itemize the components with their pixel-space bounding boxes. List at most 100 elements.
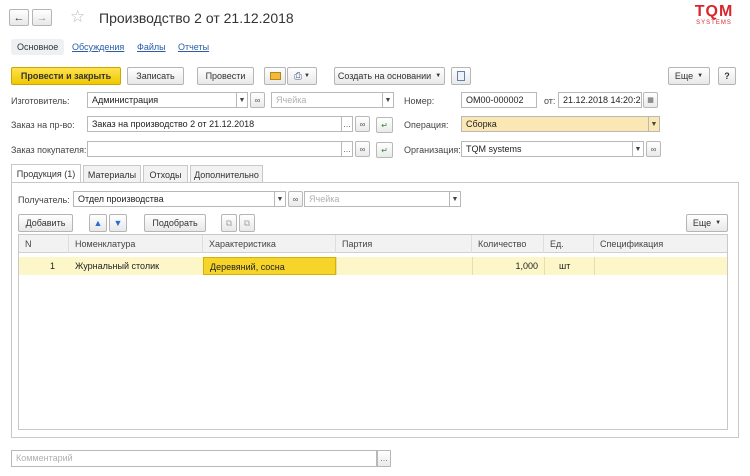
customer-order-fill-button[interactable]: ↵ bbox=[376, 142, 393, 158]
fill-arrow-icon: ↵ bbox=[381, 145, 388, 155]
tab-discussions[interactable]: Обсуждения bbox=[72, 42, 124, 52]
title-bar: ← → ☆ Производство 2 от 21.12.2018 TQM S… bbox=[0, 0, 750, 34]
customer-order-open-button[interactable]: ∞ bbox=[355, 141, 370, 157]
tab-products[interactable]: Продукция (1) bbox=[11, 164, 81, 183]
production-order-label: Заказ на пр-во: bbox=[11, 120, 75, 130]
link-icon: ∞ bbox=[254, 95, 261, 105]
chevron-down-icon: ▼ bbox=[650, 120, 658, 128]
column-header-characteristic[interactable]: Характеристика bbox=[203, 235, 336, 253]
link-icon: ∞ bbox=[292, 194, 299, 204]
column-header-item[interactable]: Номенклатура bbox=[69, 235, 203, 253]
column-header-qty[interactable]: Количество bbox=[472, 235, 544, 253]
cell-spec bbox=[594, 257, 727, 275]
move-down-button[interactable]: ▼ bbox=[109, 214, 127, 232]
organization-open-button[interactable]: ∞ bbox=[646, 141, 661, 157]
paste-button[interactable]: ⧉ bbox=[239, 214, 255, 232]
forward-button[interactable]: → bbox=[32, 9, 52, 26]
chevron-down-icon: ▼ bbox=[384, 96, 392, 104]
operation-field[interactable]: Сборка bbox=[461, 116, 649, 132]
cell-dropdown-1[interactable]: ▼ bbox=[383, 92, 394, 108]
recipient-dropdown[interactable]: ▼ bbox=[275, 191, 286, 207]
column-header-unit[interactable]: Ед. bbox=[544, 235, 594, 253]
manufacturer-open-button[interactable]: ∞ bbox=[250, 92, 265, 108]
pick-button[interactable]: Подобрать bbox=[144, 214, 206, 232]
cell-n: 1 bbox=[49, 261, 55, 271]
number-field[interactable]: ОМ00-000002 bbox=[461, 92, 537, 108]
calendar-button[interactable]: ▦ bbox=[643, 92, 658, 108]
organization-field[interactable]: TQM systems bbox=[461, 141, 633, 157]
table-header: N Номенклатура Характеристика Партия Кол… bbox=[19, 235, 727, 253]
help-button[interactable]: ? bbox=[718, 67, 736, 85]
recipient-open-button[interactable]: ∞ bbox=[288, 191, 303, 207]
paste-icon: ⧉ bbox=[243, 217, 251, 228]
production-order-more[interactable]: … bbox=[342, 116, 353, 132]
manufacturer-field[interactable]: Администрация bbox=[87, 92, 237, 108]
ellipsis-icon: … bbox=[343, 144, 351, 154]
post-button[interactable]: Провести bbox=[197, 67, 254, 85]
organization-dropdown[interactable]: ▼ bbox=[633, 141, 644, 157]
products-panel: Получатель: Отдел производства ▼ ∞ Ячейк… bbox=[11, 182, 739, 438]
products-table: N Номенклатура Характеристика Партия Кол… bbox=[18, 234, 728, 430]
more-label: Еще bbox=[674, 71, 694, 81]
chevron-down-icon: ▼ bbox=[238, 96, 246, 104]
table-row[interactable]: 1 Журнальный столик Деревяний, сосна 1,0… bbox=[19, 257, 727, 275]
report-button[interactable] bbox=[451, 67, 471, 85]
column-header-batch[interactable]: Партия bbox=[336, 235, 472, 253]
email-button[interactable] bbox=[264, 67, 286, 85]
print-button[interactable]: ⎙ ▼ bbox=[287, 67, 317, 85]
organization-label: Организация: bbox=[404, 145, 461, 155]
tab-additional[interactable]: Дополнительно bbox=[190, 165, 263, 183]
link-icon: ∞ bbox=[359, 119, 366, 129]
fill-arrow-icon: ↵ bbox=[381, 120, 388, 130]
create-based-on-button[interactable]: Создать на основании ▼ bbox=[334, 67, 445, 85]
copy-button[interactable]: ⧉ bbox=[221, 214, 237, 232]
cell-characteristic[interactable]: Деревяний, сосна bbox=[203, 257, 336, 275]
date-label: от: bbox=[544, 96, 556, 106]
cell-field-2[interactable]: Ячейка bbox=[304, 191, 450, 207]
tab-materials[interactable]: Материалы bbox=[83, 165, 141, 183]
cell-item: Журнальный столик bbox=[75, 261, 160, 271]
move-up-button[interactable]: ▲ bbox=[89, 214, 107, 232]
write-button[interactable]: Записать bbox=[127, 67, 184, 85]
manufacturer-label: Изготовитель: bbox=[11, 96, 70, 106]
column-header-spec[interactable]: Спецификация bbox=[594, 235, 727, 253]
add-button[interactable]: Добавить bbox=[18, 214, 73, 232]
chevron-down-icon: ▼ bbox=[276, 195, 284, 203]
arrow-down-icon: ▼ bbox=[113, 218, 123, 228]
customer-order-more[interactable]: … bbox=[342, 141, 353, 157]
tab-main[interactable]: Основное bbox=[11, 39, 65, 55]
link-icon: ∞ bbox=[359, 144, 366, 154]
table-more-label: Еще bbox=[692, 218, 712, 228]
cell-dropdown-2[interactable]: ▼ bbox=[450, 191, 461, 207]
ellipsis-icon: … bbox=[380, 454, 388, 463]
logo-subtext: SYSTEMS bbox=[696, 20, 732, 26]
table-more-button[interactable]: Еще ▼ bbox=[686, 214, 728, 232]
production-order-field[interactable]: Заказ на производство 2 от 21.12.2018 bbox=[87, 116, 342, 132]
customer-order-label: Заказ покупателя: bbox=[11, 145, 87, 155]
tab-files[interactable]: Файлы bbox=[137, 42, 166, 52]
tab-reports[interactable]: Отчеты bbox=[178, 42, 209, 52]
production-order-fill-button[interactable]: ↵ bbox=[376, 117, 393, 133]
calendar-icon: ▦ bbox=[647, 97, 654, 104]
tab-waste[interactable]: Отходы bbox=[143, 165, 188, 183]
envelope-icon bbox=[269, 72, 281, 80]
post-and-close-button[interactable]: Провести и закрыть bbox=[11, 67, 121, 85]
customer-order-field[interactable] bbox=[87, 141, 342, 157]
column-header-n[interactable]: N bbox=[19, 235, 69, 253]
recipient-field[interactable]: Отдел производства bbox=[73, 191, 275, 207]
logo-text: TQM bbox=[694, 3, 734, 20]
app-logo: TQM SYSTEMS bbox=[686, 4, 742, 30]
back-button[interactable]: ← bbox=[9, 9, 29, 26]
more-button[interactable]: Еще ▼ bbox=[668, 67, 710, 85]
production-order-open-button[interactable]: ∞ bbox=[355, 116, 370, 132]
favorite-star-icon[interactable]: ☆ bbox=[70, 7, 85, 27]
manufacturer-dropdown[interactable]: ▼ bbox=[237, 92, 248, 108]
chevron-down-icon: ▼ bbox=[451, 195, 459, 203]
comment-field[interactable]: Комментарий bbox=[11, 450, 377, 467]
comment-more-button[interactable]: … bbox=[377, 450, 391, 467]
document-icon bbox=[457, 71, 465, 81]
cell-field-1[interactable]: Ячейка bbox=[271, 92, 383, 108]
date-field[interactable]: 21.12.2018 14:20:25 bbox=[558, 92, 642, 108]
operation-dropdown[interactable]: ▼ bbox=[649, 116, 660, 132]
window-title: Производство 2 от 21.12.2018 bbox=[99, 10, 294, 26]
